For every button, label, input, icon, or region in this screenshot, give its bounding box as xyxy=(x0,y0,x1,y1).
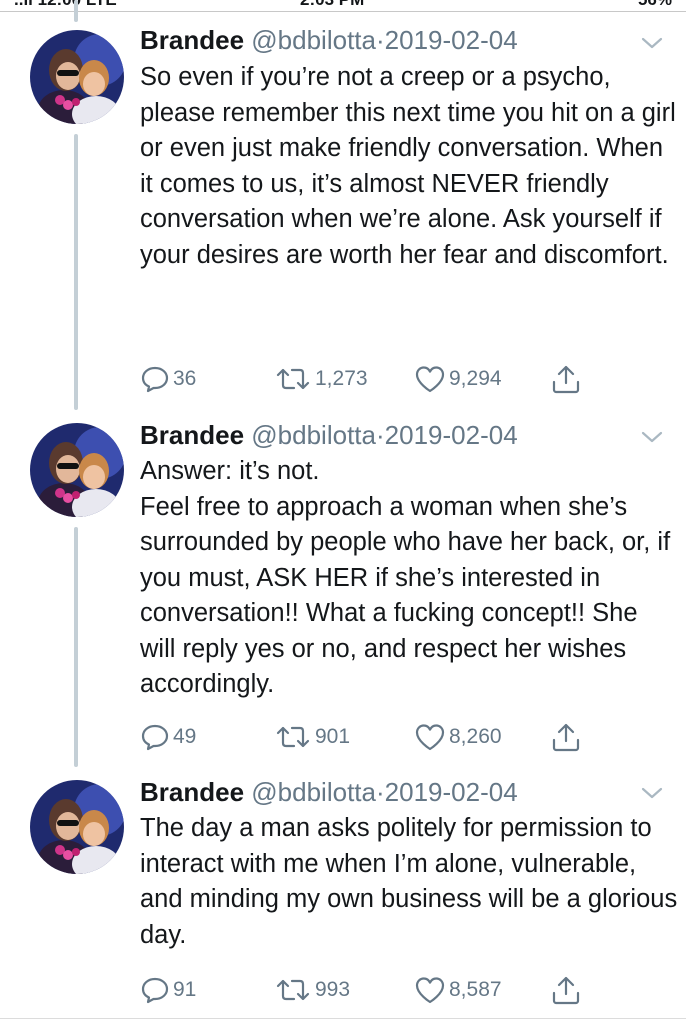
separator-dot: · xyxy=(375,25,385,55)
thread-line xyxy=(74,134,78,410)
retweet-icon xyxy=(276,726,310,748)
tweet-paragraph: So even if you’re not a creep or a psych… xyxy=(140,63,676,269)
separator-dot: · xyxy=(375,777,385,807)
retweet-icon xyxy=(276,979,310,1001)
retweet-count: 1,273 xyxy=(315,367,368,390)
tweet-header: Brandee @bdbilotta·2019-02-04 xyxy=(140,777,518,807)
tweet-paragraph: The day a man asks politely for permissi… xyxy=(140,814,678,949)
heart-icon xyxy=(415,977,445,1004)
tweet-text: So even if you’re not a creep or a psych… xyxy=(140,60,680,273)
display-name[interactable]: Brandee xyxy=(140,777,244,807)
status-battery: 56% xyxy=(638,0,672,10)
reply-button[interactable]: 91 xyxy=(140,973,196,1007)
like-button[interactable]: 9,294 xyxy=(414,362,502,396)
tweet-actions: 36 1,273 9,294 xyxy=(140,362,660,396)
reply-button[interactable]: 36 xyxy=(140,362,196,396)
share-icon xyxy=(552,976,580,1005)
tweet-actions: 49 901 8,260 xyxy=(140,720,660,754)
bottom-divider xyxy=(0,1018,686,1019)
status-carrier: ..ll 12:00 LTE xyxy=(14,0,117,10)
like-button[interactable]: 8,260 xyxy=(414,720,502,754)
reply-button[interactable]: 49 xyxy=(140,720,196,754)
tweet-header: Brandee @bdbilotta·2019-02-04 xyxy=(140,25,518,55)
chevron-down-icon[interactable] xyxy=(640,35,664,51)
like-count: 9,294 xyxy=(449,367,502,390)
user-handle[interactable]: @bdbilotta xyxy=(251,777,376,807)
display-name[interactable]: Brandee xyxy=(140,420,244,450)
retweet-button[interactable]: 1,273 xyxy=(274,362,368,396)
reply-count: 49 xyxy=(173,725,197,748)
share-button[interactable] xyxy=(550,720,582,754)
tweet-paragraph: Answer: it’s not. xyxy=(140,457,320,485)
avatar[interactable] xyxy=(30,423,124,517)
tweet-header: Brandee @bdbilotta·2019-02-04 xyxy=(140,420,518,450)
thread-line xyxy=(74,527,78,767)
retweet-count: 993 xyxy=(315,978,351,1001)
share-button[interactable] xyxy=(550,973,582,1007)
tweet-date: 2019-02-04 xyxy=(384,420,518,450)
reply-icon xyxy=(141,977,169,1004)
avatar[interactable] xyxy=(30,30,124,124)
tweet-actions: 91 993 8,587 xyxy=(140,973,660,1007)
retweet-count: 901 xyxy=(315,725,351,748)
reply-icon xyxy=(141,366,169,393)
status-divider xyxy=(0,11,686,12)
reply-count: 36 xyxy=(173,367,197,390)
avatar[interactable] xyxy=(30,780,124,874)
tweet-date: 2019-02-04 xyxy=(384,25,518,55)
user-handle[interactable]: @bdbilotta xyxy=(251,25,376,55)
thread-line xyxy=(74,0,78,22)
status-time: 2:03 PM xyxy=(300,0,364,10)
tweet-text: Answer: it’s not. Feel free to approach … xyxy=(140,454,680,703)
tweet-date: 2019-02-04 xyxy=(384,777,518,807)
retweet-button[interactable]: 901 xyxy=(274,720,350,754)
reply-icon xyxy=(141,724,169,751)
tweet-paragraph: Feel free to approach a woman when she’s… xyxy=(140,492,671,699)
like-count: 8,587 xyxy=(449,978,502,1001)
share-button[interactable] xyxy=(550,362,582,396)
user-handle[interactable]: @bdbilotta xyxy=(251,420,376,450)
share-icon xyxy=(552,365,580,394)
chevron-down-icon[interactable] xyxy=(640,785,664,801)
display-name[interactable]: Brandee xyxy=(140,25,244,55)
chevron-down-icon[interactable] xyxy=(640,429,664,445)
heart-icon xyxy=(415,724,445,751)
heart-icon xyxy=(415,366,445,393)
reply-count: 91 xyxy=(173,978,197,1001)
retweet-icon xyxy=(276,368,310,390)
like-button[interactable]: 8,587 xyxy=(414,973,502,1007)
tweet-text: The day a man asks politely for permissi… xyxy=(140,811,680,953)
like-count: 8,260 xyxy=(449,725,502,748)
retweet-button[interactable]: 993 xyxy=(274,973,350,1007)
share-icon xyxy=(552,723,580,752)
separator-dot: · xyxy=(375,420,385,450)
